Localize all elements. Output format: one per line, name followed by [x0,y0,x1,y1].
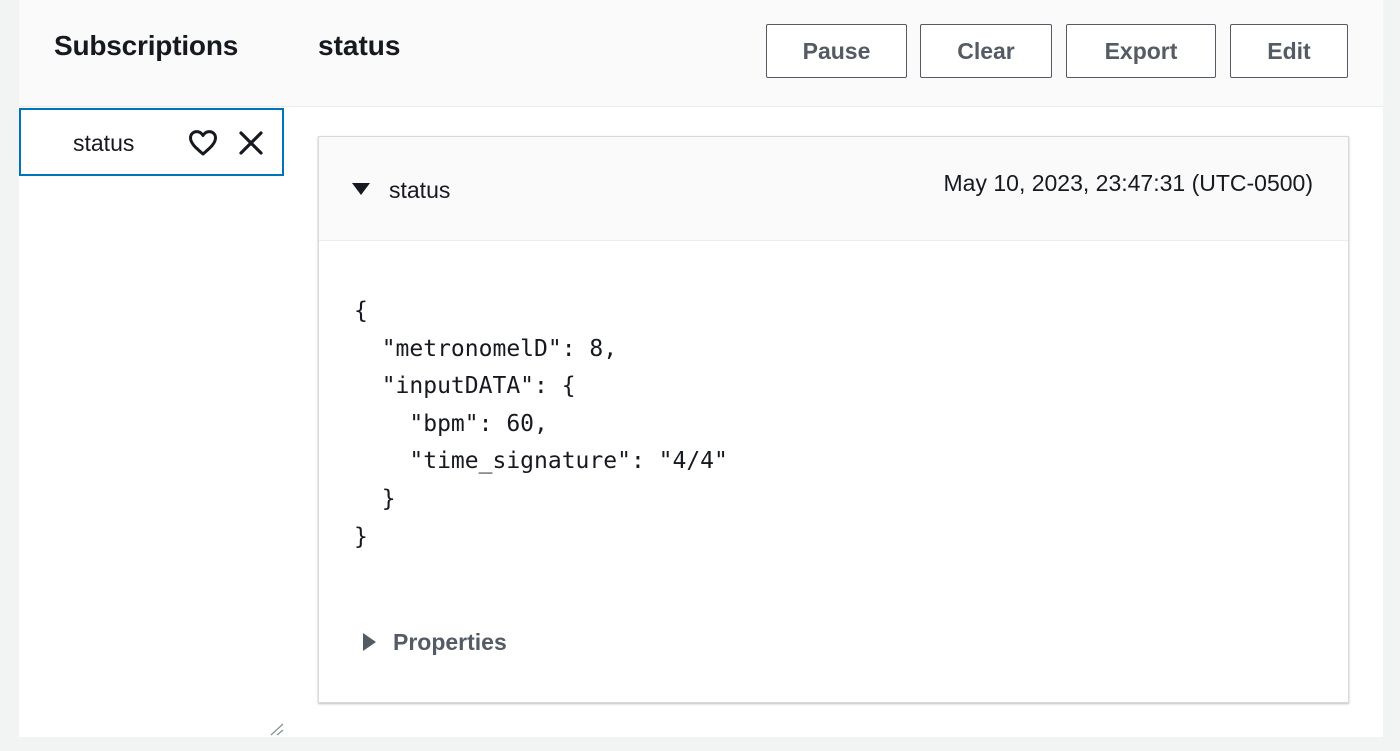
message-header[interactable]: status May 10, 2023, 23:47:31 (UTC-0500) [319,137,1348,241]
message-panel: status May 10, 2023, 23:47:31 (UTC-0500)… [318,136,1349,703]
caret-down-icon[interactable] [352,183,370,195]
caret-right-icon [363,633,376,651]
resize-handle-icon[interactable] [267,722,285,736]
header-bar: Subscriptions status Pause Clear Export … [19,0,1383,107]
edit-button[interactable]: Edit [1230,24,1348,78]
sidebar-title: Subscriptions [54,30,239,61]
app-frame: Subscriptions status Pause Clear Export … [19,0,1383,737]
message-topic: status [389,177,451,203]
message-timestamp: May 10, 2023, 23:47:31 (UTC-0500) [943,170,1313,196]
page-title: status [318,30,401,61]
message-payload: { "metronomelD": 8, "inputDATA": { "bpm"… [354,298,728,550]
pause-button[interactable]: Pause [766,24,907,78]
properties-toggle[interactable]: Properties [363,627,507,657]
heart-icon[interactable] [187,127,219,159]
clear-button[interactable]: Clear [920,24,1052,78]
properties-label: Properties [393,628,507,655]
export-button[interactable]: Export [1066,24,1216,78]
subscription-item-status[interactable]: status [19,108,284,176]
close-icon[interactable] [235,127,267,159]
subscription-label: status [73,130,135,156]
